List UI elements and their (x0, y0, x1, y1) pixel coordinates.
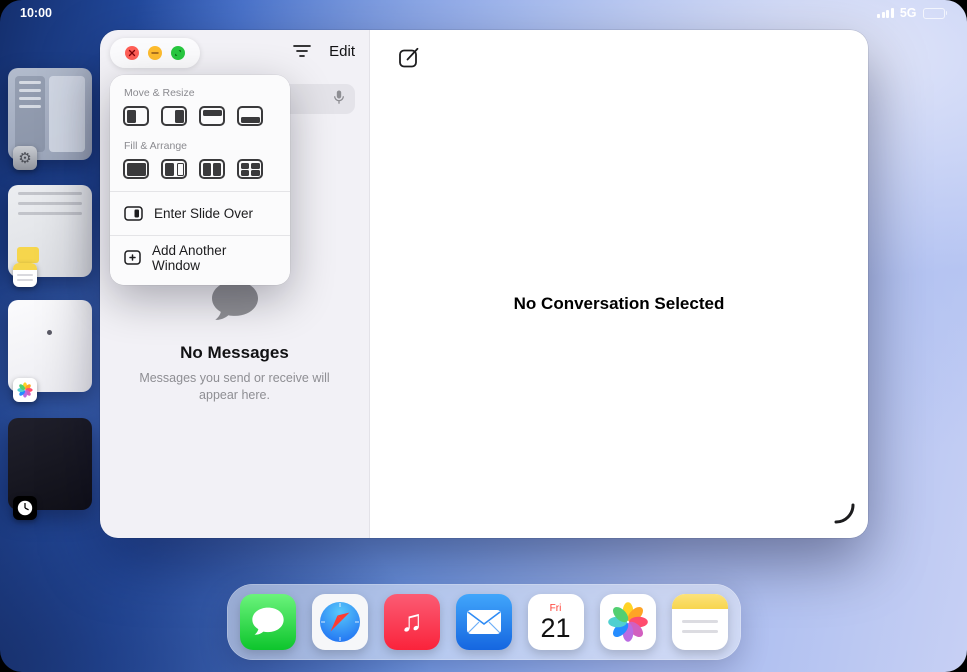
signal-strength-icon (877, 8, 894, 18)
snap-left-half-icon[interactable] (123, 106, 149, 126)
status-indicators: 5G (877, 6, 947, 20)
dock-safari-icon[interactable] (312, 594, 368, 650)
snap-right-half-icon[interactable] (161, 106, 187, 126)
recent-app-settings[interactable]: ⚙ (8, 68, 92, 160)
recent-app-notes[interactable] (8, 185, 92, 277)
window-resize-handle[interactable] (834, 503, 856, 530)
photos-flower-icon (13, 378, 37, 402)
no-messages-title: No Messages (100, 343, 369, 363)
two-columns-icon[interactable] (199, 159, 225, 179)
move-resize-options (110, 106, 290, 138)
fill-screen-icon[interactable] (123, 159, 149, 179)
sidebar-empty-state: No Messages Messages you send or receive… (100, 278, 369, 404)
dock-photos-icon[interactable] (600, 594, 656, 650)
status-time: 10:00 (20, 6, 52, 20)
conversation-area: No Conversation Selected (370, 30, 868, 538)
microphone-icon[interactable] (331, 88, 347, 111)
settings-gear-icon: ⚙ (13, 146, 37, 170)
window-controls (110, 38, 200, 68)
settings-thumb-panel (49, 76, 85, 152)
no-conversation-title: No Conversation Selected (370, 294, 868, 314)
settings-thumb-sidebar (15, 76, 45, 152)
four-grid-icon[interactable] (237, 159, 263, 179)
clock-icon (13, 496, 37, 520)
dock-mail-icon[interactable] (456, 594, 512, 650)
slide-over-icon (124, 206, 143, 221)
window-controls-menu: Move & Resize Fill & Arrange Enter Slide… (110, 75, 290, 285)
speech-bubble-icon (209, 278, 261, 327)
music-note-glyph: ♫ (400, 607, 423, 637)
snap-bottom-half-icon[interactable] (237, 106, 263, 126)
dock-calendar-icon[interactable]: Fri 21 (528, 594, 584, 650)
enter-slide-over-item[interactable]: Enter Slide Over (110, 192, 290, 235)
fill-arrange-label: Fill & Arrange (110, 138, 290, 159)
dock-messages-icon[interactable] (240, 594, 296, 650)
battery-icon (923, 8, 948, 19)
close-window-button[interactable] (125, 46, 139, 60)
split-left-icon[interactable] (161, 159, 187, 179)
compose-icon[interactable] (394, 42, 424, 72)
edit-button[interactable]: Edit (329, 43, 355, 60)
snap-top-half-icon[interactable] (199, 106, 225, 126)
sidebar-toolbar: Edit (100, 30, 369, 76)
notes-icon (13, 263, 37, 287)
dock-music-icon[interactable]: ♫ (384, 594, 440, 650)
no-messages-subtitle: Messages you send or receive will appear… (135, 370, 335, 404)
add-window-icon (124, 250, 141, 265)
ipad-screen: 10:00 5G ⚙ (0, 0, 967, 672)
recent-app-clock[interactable] (8, 418, 92, 510)
recent-app-photos[interactable] (8, 300, 92, 392)
dock: ♫ Fri 21 (227, 584, 741, 660)
dock-notes-icon[interactable] (672, 594, 728, 650)
resize-window-button[interactable] (171, 46, 185, 60)
add-another-window-item[interactable]: Add Another Window (110, 236, 290, 279)
status-bar: 10:00 5G (0, 0, 967, 26)
fill-arrange-options (110, 159, 290, 191)
calendar-day: 21 (540, 614, 570, 642)
network-type-label: 5G (900, 6, 917, 20)
minimize-window-button[interactable] (148, 46, 162, 60)
filter-icon[interactable] (293, 44, 311, 63)
move-resize-label: Move & Resize (110, 85, 290, 106)
